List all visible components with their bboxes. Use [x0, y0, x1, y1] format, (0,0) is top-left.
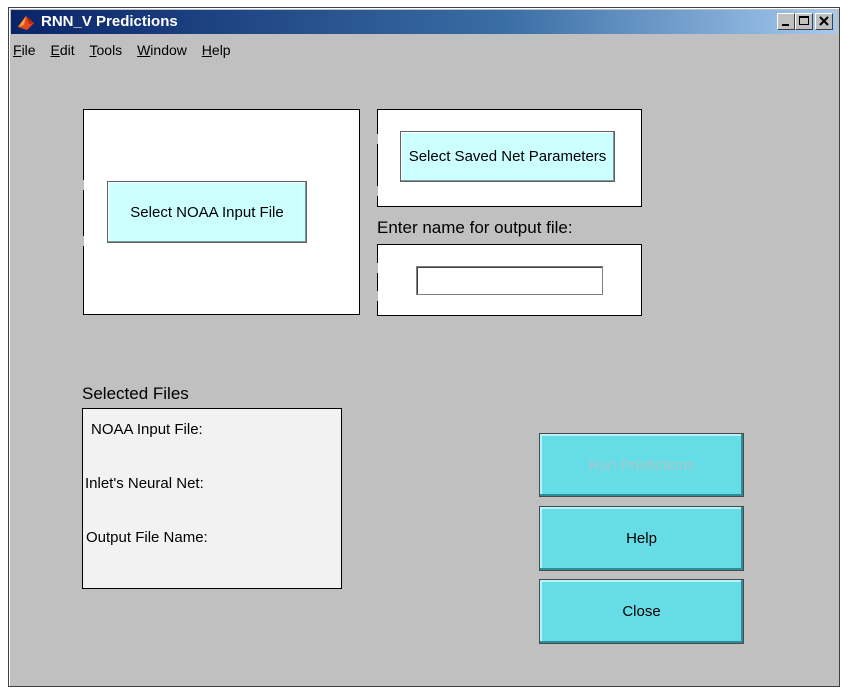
selected-files-box: NOAA Input File: Inlet's Neural Net: Out…: [82, 408, 342, 589]
menu-help[interactable]: Help: [202, 42, 231, 58]
select-saved-net-button[interactable]: Select Saved Net Parameters: [400, 131, 615, 182]
output-file-input[interactable]: [416, 266, 603, 295]
menu-tools[interactable]: Tools: [90, 42, 123, 58]
output-prompt-label: Enter name for output file:: [377, 218, 573, 237]
title-bar[interactable]: RNN_V Predictions: [11, 10, 837, 34]
neural-net-label: Inlet's Neural Net:: [85, 475, 204, 492]
minimize-button[interactable]: [777, 13, 795, 30]
help-button[interactable]: Help: [539, 506, 744, 571]
selected-files-title: Selected Files: [82, 384, 189, 403]
menu-window[interactable]: Window: [137, 42, 187, 58]
window-title: RNN_V Predictions: [41, 13, 178, 30]
close-icon: [819, 16, 829, 26]
menu-file[interactable]: File: [13, 42, 36, 58]
maximize-icon: [799, 16, 809, 25]
maximize-button[interactable]: [795, 13, 813, 30]
output-file-label: Output File Name:: [86, 529, 208, 546]
app-window: RNN_V Predictions File Edit Tools Window…: [8, 7, 840, 687]
run-predictions-button[interactable]: Run Predictions: [539, 433, 744, 497]
menu-bar: File Edit Tools Window Help: [13, 42, 242, 64]
close-app-button[interactable]: Close: [539, 579, 744, 644]
noaa-file-label: NOAA Input File:: [91, 421, 203, 438]
close-button[interactable]: [815, 13, 833, 30]
matlab-icon: [18, 16, 34, 30]
minimize-icon: [782, 24, 789, 26]
select-noaa-button[interactable]: Select NOAA Input File: [107, 181, 307, 243]
menu-edit[interactable]: Edit: [50, 42, 74, 58]
